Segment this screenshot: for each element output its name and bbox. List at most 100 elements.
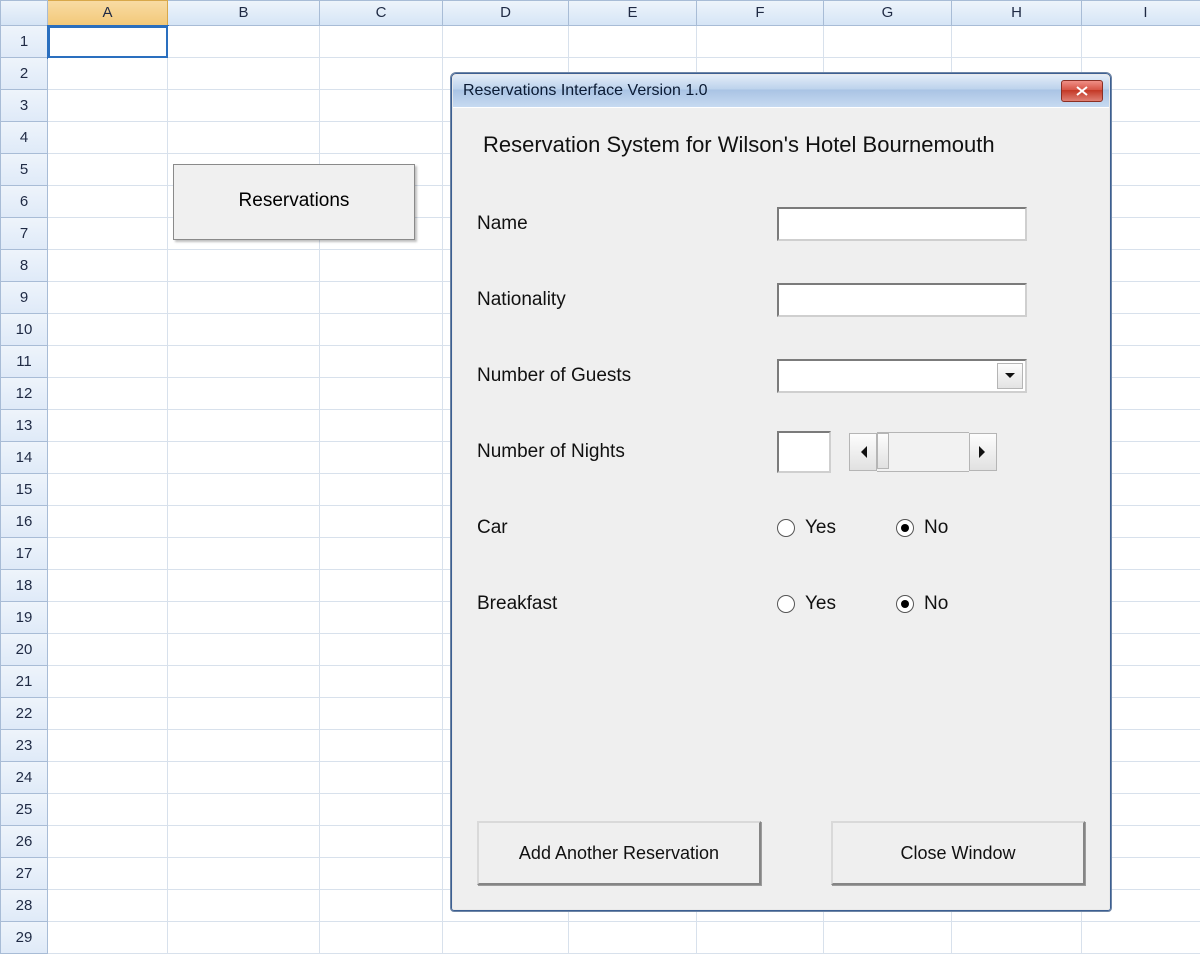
add-reservation-button[interactable]: Add Another Reservation (477, 821, 761, 885)
cell-A11[interactable] (48, 346, 168, 378)
cell-I1[interactable] (1082, 26, 1200, 58)
cell-H29[interactable] (952, 922, 1082, 954)
nights-input[interactable] (777, 431, 831, 473)
row-header-19[interactable]: 19 (0, 602, 48, 634)
cell-A15[interactable] (48, 474, 168, 506)
column-header-C[interactable]: C (320, 0, 443, 26)
row-header-11[interactable]: 11 (0, 346, 48, 378)
column-header-E[interactable]: E (569, 0, 697, 26)
cell-E29[interactable] (569, 922, 697, 954)
cell-B9[interactable] (168, 282, 320, 314)
row-header-5[interactable]: 5 (0, 154, 48, 186)
cell-B29[interactable] (168, 922, 320, 954)
scroll-thumb[interactable] (877, 433, 889, 469)
row-header-14[interactable]: 14 (0, 442, 48, 474)
row-header-23[interactable]: 23 (0, 730, 48, 762)
cell-D1[interactable] (443, 26, 569, 58)
cell-B17[interactable] (168, 538, 320, 570)
cell-A28[interactable] (48, 890, 168, 922)
cell-C20[interactable] (320, 634, 443, 666)
cell-D29[interactable] (443, 922, 569, 954)
cell-H1[interactable] (952, 26, 1082, 58)
reservations-button[interactable]: Reservations (173, 164, 415, 240)
cell-I29[interactable] (1082, 922, 1200, 954)
row-header-20[interactable]: 20 (0, 634, 48, 666)
row-header-12[interactable]: 12 (0, 378, 48, 410)
row-header-27[interactable]: 27 (0, 858, 48, 890)
cell-A17[interactable] (48, 538, 168, 570)
cell-C1[interactable] (320, 26, 443, 58)
row-header-17[interactable]: 17 (0, 538, 48, 570)
cell-C12[interactable] (320, 378, 443, 410)
cell-C17[interactable] (320, 538, 443, 570)
cell-C28[interactable] (320, 890, 443, 922)
cell-A10[interactable] (48, 314, 168, 346)
cell-B2[interactable] (168, 58, 320, 90)
cell-B28[interactable] (168, 890, 320, 922)
cell-A18[interactable] (48, 570, 168, 602)
cell-B27[interactable] (168, 858, 320, 890)
cell-C9[interactable] (320, 282, 443, 314)
cell-C23[interactable] (320, 730, 443, 762)
cell-A23[interactable] (48, 730, 168, 762)
cell-A24[interactable] (48, 762, 168, 794)
cell-B14[interactable] (168, 442, 320, 474)
cell-A21[interactable] (48, 666, 168, 698)
row-header-9[interactable]: 9 (0, 282, 48, 314)
cell-A1[interactable] (48, 26, 168, 58)
row-header-28[interactable]: 28 (0, 890, 48, 922)
cell-E1[interactable] (569, 26, 697, 58)
row-header-6[interactable]: 6 (0, 186, 48, 218)
row-header-25[interactable]: 25 (0, 794, 48, 826)
row-header-2[interactable]: 2 (0, 58, 48, 90)
cell-C27[interactable] (320, 858, 443, 890)
scroll-left-button[interactable] (849, 433, 877, 471)
cell-A14[interactable] (48, 442, 168, 474)
cell-B23[interactable] (168, 730, 320, 762)
row-header-24[interactable]: 24 (0, 762, 48, 794)
cell-C16[interactable] (320, 506, 443, 538)
cell-A27[interactable] (48, 858, 168, 890)
row-header-4[interactable]: 4 (0, 122, 48, 154)
cell-C29[interactable] (320, 922, 443, 954)
cell-F1[interactable] (697, 26, 824, 58)
cell-C14[interactable] (320, 442, 443, 474)
cell-A19[interactable] (48, 602, 168, 634)
cell-C13[interactable] (320, 410, 443, 442)
cell-C8[interactable] (320, 250, 443, 282)
cell-C19[interactable] (320, 602, 443, 634)
cell-B18[interactable] (168, 570, 320, 602)
cell-B16[interactable] (168, 506, 320, 538)
guests-combobox[interactable] (777, 359, 1027, 393)
cell-C10[interactable] (320, 314, 443, 346)
cell-B15[interactable] (168, 474, 320, 506)
cell-A3[interactable] (48, 90, 168, 122)
column-header-G[interactable]: G (824, 0, 952, 26)
row-header-21[interactable]: 21 (0, 666, 48, 698)
cell-B22[interactable] (168, 698, 320, 730)
cell-B1[interactable] (168, 26, 320, 58)
cell-A29[interactable] (48, 922, 168, 954)
cell-B8[interactable] (168, 250, 320, 282)
cell-C4[interactable] (320, 122, 443, 154)
cell-C25[interactable] (320, 794, 443, 826)
cell-A26[interactable] (48, 826, 168, 858)
cell-A12[interactable] (48, 378, 168, 410)
row-header-26[interactable]: 26 (0, 826, 48, 858)
row-header-13[interactable]: 13 (0, 410, 48, 442)
cell-B12[interactable] (168, 378, 320, 410)
cell-A6[interactable] (48, 186, 168, 218)
cell-B19[interactable] (168, 602, 320, 634)
cell-C15[interactable] (320, 474, 443, 506)
dialog-close-button[interactable] (1061, 80, 1103, 102)
cell-B24[interactable] (168, 762, 320, 794)
close-window-button[interactable]: Close Window (831, 821, 1085, 885)
column-header-F[interactable]: F (697, 0, 824, 26)
nationality-input[interactable] (777, 283, 1027, 317)
cell-C3[interactable] (320, 90, 443, 122)
cell-A4[interactable] (48, 122, 168, 154)
cell-A20[interactable] (48, 634, 168, 666)
row-header-7[interactable]: 7 (0, 218, 48, 250)
chevron-down-icon[interactable] (997, 363, 1023, 389)
cell-A7[interactable] (48, 218, 168, 250)
